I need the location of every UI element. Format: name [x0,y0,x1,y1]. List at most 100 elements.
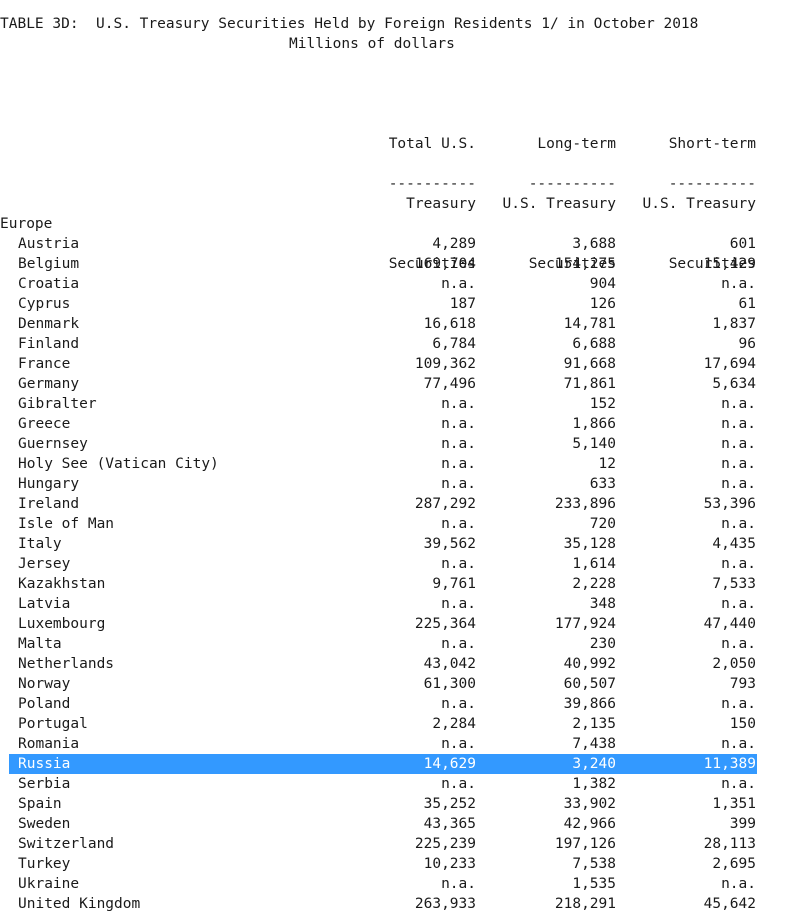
table-row[interactable]: Finland 6,784 6,688 96 [0,334,785,354]
country-cell: Gibralter [18,396,97,412]
total-cell: n.a. [441,636,476,652]
total-cell: 14,629 [423,756,476,772]
table-row[interactable]: Russia 14,629 3,240 11,389 [9,754,757,774]
total-cell: n.a. [441,736,476,752]
short-term-cell: n.a. [721,696,756,712]
long-term-cell: 2,135 [572,716,616,732]
long-term-cell: 6,688 [572,336,616,352]
country-cell: Poland [18,696,71,712]
short-term-cell: n.a. [721,436,756,452]
table-row[interactable]: Serbia n.a. 1,382 n.a. [0,774,785,794]
short-term-cell: n.a. [721,276,756,292]
total-cell: 39,562 [423,536,476,552]
long-term-cell: 12 [598,456,616,472]
table-row[interactable]: Italy 39,562 35,128 4,435 [0,534,785,554]
country-cell: Kazakhstan [18,576,106,592]
long-term-cell: 1,866 [572,416,616,432]
short-term-cell: 53,396 [703,496,756,512]
short-term-cell: 1,351 [712,796,756,812]
table-row[interactable]: United Kingdom 263,933 218,291 45,642 [0,894,785,914]
country-cell: Cyprus [18,296,71,312]
table-row[interactable]: Spain 35,252 33,902 1,351 [0,794,785,814]
table-row[interactable]: Isle of Man n.a. 720 n.a. [0,514,785,534]
header-long-term-line: U.S. Treasury [502,196,617,212]
long-term-cell: 904 [589,276,616,292]
table-row[interactable]: France 109,362 91,668 17,694 [0,354,785,374]
total-cell: 263,933 [414,896,476,912]
short-term-cell: n.a. [721,416,756,432]
table-row[interactable]: Ukraine n.a. 1,535 n.a. [0,874,785,894]
short-term-cell: n.a. [721,516,756,532]
long-term-cell: 91,668 [563,356,616,372]
table-row[interactable]: Romania n.a. 7,438 n.a. [0,734,785,754]
table-row[interactable]: Sweden 43,365 42,966 399 [0,814,785,834]
table-row[interactable]: Gibralter n.a. 152 n.a. [0,394,785,414]
table-row[interactable]: Cyprus 187 126 61 [0,294,785,314]
table-row[interactable]: Denmark 16,618 14,781 1,837 [0,314,785,334]
table-row[interactable]: Latvia n.a. 348 n.a. [0,594,785,614]
short-term-cell: n.a. [721,736,756,752]
long-term-cell: 720 [589,516,616,532]
total-cell: 77,496 [423,376,476,392]
country-cell: Belgium [18,256,80,272]
country-cell: Spain [18,796,62,812]
table-row[interactable]: Germany 77,496 71,861 5,634 [0,374,785,394]
long-term-cell: 233,896 [554,496,616,512]
long-term-cell: 60,507 [563,676,616,692]
long-term-cell: 1,614 [572,556,616,572]
short-term-cell: 17,694 [703,356,756,372]
long-term-cell: 3,688 [572,236,616,252]
short-term-cell: 399 [729,816,756,832]
rule-short-term: ---------- [668,176,756,192]
table-row[interactable]: Netherlands 43,042 40,992 2,050 [0,654,785,674]
table-row[interactable]: Turkey 10,233 7,538 2,695 [0,854,785,874]
table-row[interactable]: Greece n.a. 1,866 n.a. [0,414,785,434]
country-cell: United Kingdom [18,896,141,912]
total-cell: 169,704 [414,256,476,272]
table-row[interactable]: Norway 61,300 60,507 793 [0,674,785,694]
long-term-cell: 197,126 [554,836,616,852]
total-cell: 35,252 [423,796,476,812]
table-row[interactable]: Austria 4,289 3,688 601 [0,234,785,254]
long-term-cell: 42,966 [563,816,616,832]
country-cell: Russia [18,756,71,772]
country-cell: Portugal [18,716,88,732]
table-row[interactable]: Ireland 287,292 233,896 53,396 [0,494,785,514]
short-term-cell: 4,435 [712,536,756,552]
rule-total: ---------- [388,176,476,192]
short-term-cell: n.a. [721,636,756,652]
country-cell: Serbia [18,776,71,792]
table-row[interactable]: Luxembourg 225,364 177,924 47,440 [0,614,785,634]
table-row[interactable]: Jersey n.a. 1,614 n.a. [0,554,785,574]
long-term-cell: 35,128 [563,536,616,552]
table-row[interactable]: Poland n.a. 39,866 n.a. [0,694,785,714]
short-term-cell: 2,050 [712,656,756,672]
short-term-cell: 150 [729,716,756,732]
short-term-cell: n.a. [721,556,756,572]
total-cell: n.a. [441,876,476,892]
header-total-line: Total U.S. [388,136,476,152]
country-cell: Romania [18,736,80,752]
total-cell: 43,042 [423,656,476,672]
table-row[interactable]: Hungary n.a. 633 n.a. [0,474,785,494]
total-cell: 4,289 [432,236,476,252]
short-term-cell: 2,695 [712,856,756,872]
table-row[interactable]: Belgium 169,704 154,275 15,429 [0,254,785,274]
short-term-cell: n.a. [721,596,756,612]
total-cell: 187 [449,296,476,312]
long-term-cell: 7,538 [572,856,616,872]
long-term-cell: 126 [589,296,616,312]
total-cell: n.a. [441,476,476,492]
table-row[interactable]: Guernsey n.a. 5,140 n.a. [0,434,785,454]
long-term-cell: 218,291 [554,896,616,912]
table-row[interactable]: Holy See (Vatican City) n.a. 12 n.a. [0,454,785,474]
table-row[interactable]: Malta n.a. 230 n.a. [0,634,785,654]
long-term-cell: 177,924 [554,616,616,632]
country-cell: Denmark [18,316,80,332]
header-short-term-line: Short-term [668,136,756,152]
table-row[interactable]: Switzerland 225,239 197,126 28,113 [0,834,785,854]
table-row[interactable]: Kazakhstan 9,761 2,228 7,533 [0,574,785,594]
table-row[interactable]: Croatia n.a. 904 n.a. [0,274,785,294]
table-row[interactable]: Portugal 2,284 2,135 150 [0,714,785,734]
total-cell: 6,784 [432,336,476,352]
